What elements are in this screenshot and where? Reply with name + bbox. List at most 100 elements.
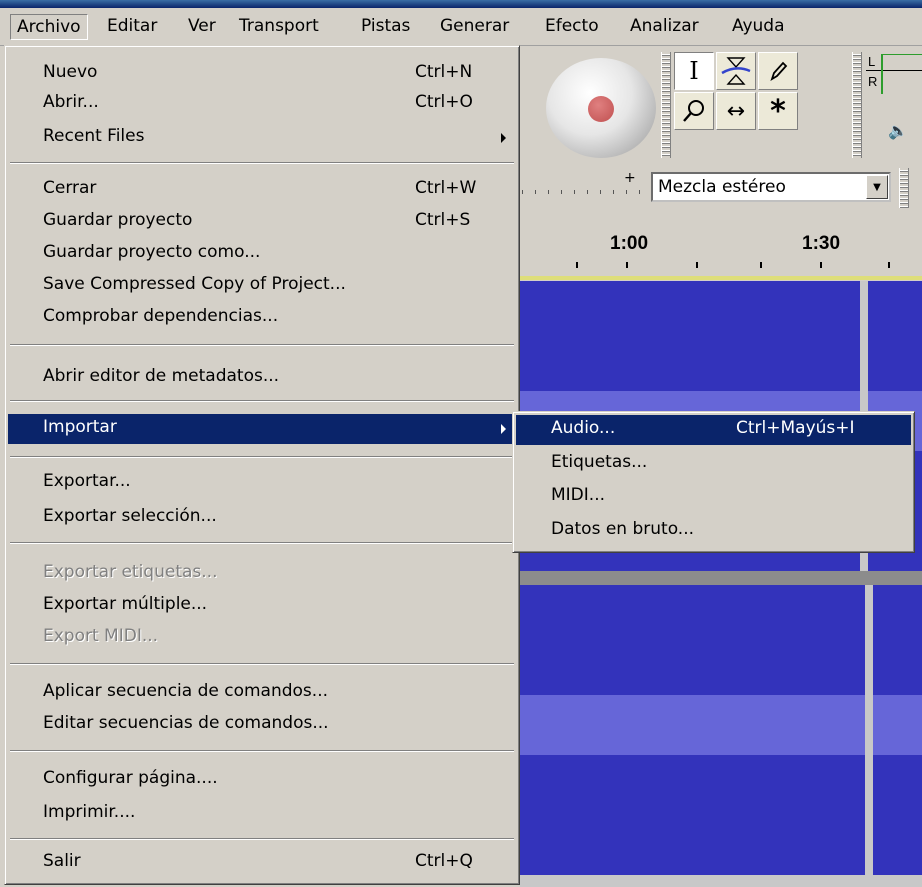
menu-item-cerrar[interactable]: Cerrar Ctrl+W	[8, 175, 516, 205]
timeline-ruler[interactable]: 1:00 1:30	[520, 215, 922, 275]
track-bottom	[520, 875, 922, 887]
speaker-icon: 🔈	[888, 121, 908, 140]
menu-item-shortcut: Ctrl+N	[415, 62, 473, 82]
track-separator	[520, 571, 922, 585]
menu-item-label: Imprimir....	[43, 802, 136, 822]
waveform-rms	[520, 695, 922, 755]
record-button[interactable]	[546, 58, 656, 158]
menu-ver[interactable]: Ver	[182, 14, 222, 40]
menu-item-label: Nuevo	[43, 62, 98, 82]
menu-editar[interactable]: Editar	[101, 14, 163, 40]
menu-item-label: MIDI...	[551, 485, 605, 505]
plus-icon: +	[624, 170, 636, 186]
submenu-item-etiquetas[interactable]: Etiquetas...	[516, 449, 911, 479]
meter-divider	[866, 70, 922, 71]
menu-generar[interactable]: Generar	[434, 14, 515, 40]
menu-item-exportar-multiple[interactable]: Exportar múltiple...	[8, 591, 516, 621]
menu-pistas[interactable]: Pistas	[355, 14, 416, 40]
menu-item-guardar-como[interactable]: Guardar proyecto como...	[8, 239, 516, 269]
menu-separator	[10, 344, 514, 346]
ibeam-icon: I	[689, 57, 699, 85]
menu-separator	[10, 750, 514, 752]
menu-item-comprobar-dependencias[interactable]: Comprobar dependencias...	[8, 303, 516, 333]
menu-separator	[10, 162, 514, 164]
menu-item-save-compressed[interactable]: Save Compressed Copy of Project...	[8, 271, 516, 301]
menu-item-label: Exportar...	[43, 471, 131, 491]
submenu-item-audio[interactable]: Audio... Ctrl+Mayús+I	[516, 415, 911, 445]
menu-item-export-midi: Export MIDI...	[8, 623, 516, 653]
menu-archivo[interactable]: Archivo	[10, 14, 88, 40]
menu-item-guardar-proyecto[interactable]: Guardar proyecto Ctrl+S	[8, 207, 516, 237]
menu-separator	[10, 542, 514, 544]
menu-item-recent-files[interactable]: Recent Files	[8, 123, 516, 153]
menu-item-label: Aplicar secuencia de comandos...	[43, 681, 328, 701]
menu-item-shortcut: Ctrl+W	[415, 178, 477, 198]
menu-item-label: Recent Files	[43, 126, 145, 146]
magnifier-icon	[683, 100, 704, 122]
menu-item-salir[interactable]: Salir Ctrl+Q	[8, 848, 516, 878]
menu-item-label: Audio...	[551, 418, 616, 438]
menu-item-label: Configurar página....	[43, 768, 218, 788]
timeshift-tool-button[interactable]: ↔	[716, 92, 756, 130]
menu-ayuda[interactable]: Ayuda	[726, 14, 791, 40]
menu-item-abrir[interactable]: Abrir... Ctrl+O	[8, 89, 516, 119]
ruler-tick-label: 1:30	[802, 233, 841, 254]
input-volume-slider[interactable]	[522, 190, 642, 194]
waveform-gap	[865, 585, 873, 875]
asterisk-icon: *	[770, 93, 786, 129]
menu-item-label: Etiquetas...	[551, 452, 648, 472]
meter-toolbar-grip[interactable]	[852, 52, 862, 158]
ruler-baseline	[520, 276, 922, 280]
menu-item-shortcut: Ctrl+S	[415, 210, 471, 230]
menu-analizar[interactable]: Analizar	[624, 14, 705, 40]
ruler-tick	[760, 262, 762, 268]
menu-efecto[interactable]: Efecto	[539, 14, 605, 40]
envelope-icon	[721, 57, 751, 85]
menu-item-exportar-etiquetas: Exportar etiquetas...	[8, 559, 516, 589]
menu-separator	[10, 400, 514, 402]
menu-item-label: Comprobar dependencias...	[43, 306, 279, 326]
multi-tool-button[interactable]: *	[758, 92, 798, 130]
waveform-track-2[interactable]	[520, 585, 922, 875]
menu-item-label: Salir	[43, 851, 81, 871]
menu-transport[interactable]: Transport	[233, 14, 325, 40]
menu-item-exportar[interactable]: Exportar...	[8, 468, 516, 498]
envelope-tool-button[interactable]	[716, 52, 756, 90]
menu-separator	[10, 663, 514, 665]
zoom-tool-button[interactable]	[674, 92, 714, 130]
menu-item-aplicar-secuencia[interactable]: Aplicar secuencia de comandos...	[8, 678, 516, 708]
input-source-select[interactable]: Mezcla estéreo ▼	[651, 172, 891, 202]
menu-item-label: Guardar proyecto como...	[43, 242, 261, 262]
menu-item-nuevo[interactable]: Nuevo Ctrl+N	[8, 59, 516, 89]
toolbar-grip[interactable]	[661, 52, 671, 158]
menu-item-metadatos[interactable]: Abrir editor de metadatos...	[8, 363, 516, 393]
submenu-item-midi[interactable]: MIDI...	[516, 482, 911, 512]
meter-top-line	[882, 54, 922, 55]
menu-bar: Archivo Editar Ver Transport Pistas Gene…	[0, 8, 922, 46]
menu-item-exportar-seleccion[interactable]: Exportar selección...	[8, 503, 516, 533]
menu-item-label: Exportar selección...	[43, 506, 217, 526]
import-submenu: Audio... Ctrl+Mayús+I Etiquetas... MIDI.…	[512, 411, 915, 553]
menu-item-label: Importar	[43, 417, 117, 437]
meter-level-line	[881, 54, 883, 94]
menu-item-shortcut: Ctrl+Mayús+I	[736, 418, 855, 438]
menu-item-importar[interactable]: Importar	[8, 414, 516, 444]
input-source-value: Mezcla estéreo	[658, 177, 786, 197]
device-toolbar-grip[interactable]	[899, 168, 909, 208]
meter-left-label: L	[868, 54, 876, 69]
file-menu: Nuevo Ctrl+N Abrir... Ctrl+O Recent File…	[4, 45, 520, 885]
menu-item-label: Save Compressed Copy of Project...	[43, 274, 346, 294]
menu-separator	[10, 456, 514, 458]
menu-item-label: Abrir editor de metadatos...	[43, 366, 280, 386]
submenu-item-datos-en-bruto[interactable]: Datos en bruto...	[516, 516, 911, 546]
menu-item-editar-secuencias[interactable]: Editar secuencias de comandos...	[8, 710, 516, 740]
ruler-tick	[696, 262, 698, 268]
ruler-tick	[626, 262, 628, 268]
menu-item-configurar-pagina[interactable]: Configurar página....	[8, 765, 516, 795]
menu-item-label: Editar secuencias de comandos...	[43, 713, 329, 733]
menu-item-imprimir[interactable]: Imprimir....	[8, 799, 516, 829]
select-tool-button[interactable]: I	[674, 52, 714, 90]
chevron-down-icon[interactable]: ▼	[866, 175, 888, 199]
draw-tool-button[interactable]	[758, 52, 798, 90]
ruler-tick	[888, 262, 890, 268]
